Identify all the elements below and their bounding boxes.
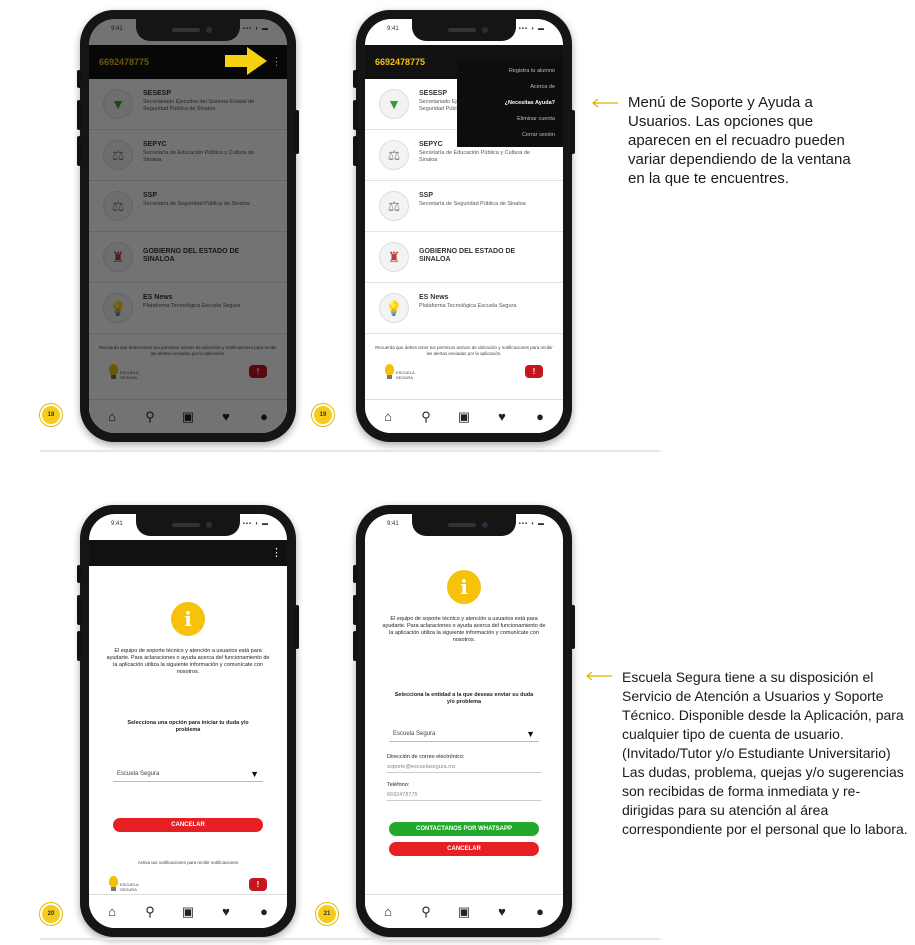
phone-label: Teléfono: (387, 782, 410, 788)
step-badge-18: 18 (40, 404, 62, 426)
phone-screen: 9:41 ▪▪▪ ◗ ▬ 6692478775 ⋮ ▼ SESESP Secre… (89, 19, 287, 433)
email-value: soporte@escuelasegura.mx (387, 764, 541, 773)
search-icon[interactable]: ⚲ (417, 903, 435, 921)
menu-item-ayuda[interactable]: ¿Necesitas Ayuda? (457, 95, 563, 111)
phone-screen: 9:41 ▪▪▪ ◗ ▬ 6692478775 Registra tu alum… (365, 19, 563, 433)
caption-servicio-atencion: Escuela Segura tiene a su disposición el… (622, 669, 908, 837)
plus-square-icon[interactable]: ▣ (179, 903, 197, 921)
support-paragraph: El equipo de soporte técnico y atención … (106, 648, 270, 675)
heart-icon[interactable]: ♥ (493, 903, 511, 921)
notch (412, 514, 516, 536)
menu-item-acerca-de[interactable]: Acerca de (457, 79, 563, 95)
bulb-icon: 💡 (379, 293, 409, 323)
whatsapp-contact-button[interactable]: CONTACTANOS POR WHATSAPP (389, 822, 539, 836)
menu-item-eliminar-cuenta[interactable]: Eliminar cuenta (457, 111, 563, 127)
phone-screen: 9:41 ▪▪▪ ◗ ▬ i El equipo de soporte técn… (365, 514, 563, 928)
home-icon[interactable]: ⌂ (379, 903, 397, 921)
alert-button[interactable]: ! (525, 365, 543, 378)
seal-icon: ⚖ (379, 140, 409, 170)
search-icon[interactable]: ⚲ (141, 903, 159, 921)
overflow-menu: Registra tu alumno Acerca de ¿Necesitas … (457, 59, 563, 147)
step-badge-19: 19 (312, 404, 334, 426)
email-label: Dirección de correo electrónico: (387, 754, 465, 760)
list-item[interactable]: ♜ GOBIERNO DEL ESTADO DE SINALOA (365, 232, 563, 283)
menu-item-cerrar-sesion[interactable]: Cerrar sesión (457, 127, 563, 143)
chevron-down-icon: ▼ (250, 769, 259, 779)
seal-icon: ⚖ (379, 191, 409, 221)
entity-select[interactable]: Escuela Segura ▼ (389, 728, 539, 742)
support-paragraph: El equipo de soporte técnico y atención … (382, 616, 546, 643)
cancel-button[interactable]: CANCELAR (389, 842, 539, 856)
divider-line (40, 938, 660, 940)
permissions-note: Recuerda que debes tener tus permisos ac… (375, 345, 553, 356)
escuela-segura-logo: ESCUELA SEGURA (109, 876, 138, 892)
notifications-note: Activa tus notificaciones para recibir n… (137, 860, 239, 865)
chevron-down-icon: ▼ (526, 729, 535, 739)
profile-icon[interactable]: ● (531, 903, 549, 921)
phone-screen: 9:41 ▪▪▪ ◗ ▬ ⋮ i El equipo de soporte té… (89, 514, 287, 928)
bottom-nav: ⌂ ⚲ ▣ ♥ ● (365, 399, 563, 433)
shield-icon: ▼ (379, 89, 409, 119)
step-badge-21: 21 (316, 903, 338, 925)
phone-mockup-20: 9:41 ▪▪▪ ◗ ▬ ⋮ i El equipo de soporte té… (77, 505, 299, 937)
select-prompt: Selecciona una opción para iniciar tu du… (127, 720, 249, 733)
bottom-nav: ⌂ ⚲ ▣ ♥ ● (365, 894, 563, 928)
divider-line (40, 450, 660, 452)
user-phone-number: 6692478775 (375, 57, 426, 67)
profile-icon[interactable]: ● (531, 408, 549, 426)
app-bar: ⋮ (89, 540, 287, 566)
dim-overlay (89, 19, 287, 433)
bottom-nav: ⌂ ⚲ ▣ ♥ ● (89, 894, 287, 928)
caption-menu-soporte: Menú de Soporte y Ayuda a Usuarios. Las … (628, 94, 851, 187)
select-prompt: Selecciona la entidad a la que deseas en… (394, 692, 534, 705)
phone-mockup-21: 9:41 ▪▪▪ ◗ ▬ i El equipo de soporte técn… (353, 505, 575, 937)
cancel-button[interactable]: CANCELAR (113, 818, 263, 832)
heart-icon[interactable]: ♥ (493, 408, 511, 426)
arrow-left-icon (586, 671, 612, 681)
escuela-segura-logo: ESCUELA SEGURA (385, 364, 414, 380)
notch (136, 19, 240, 41)
profile-icon[interactable]: ● (255, 903, 273, 921)
search-icon[interactable]: ⚲ (417, 408, 435, 426)
kebab-icon[interactable]: ⋮ (271, 546, 282, 560)
plus-square-icon[interactable]: ▣ (455, 903, 473, 921)
arrow-left-icon (592, 98, 618, 108)
step-badge-20: 20 (40, 903, 62, 925)
phone-mockup-19: 9:41 ▪▪▪ ◗ ▬ 6692478775 Registra tu alum… (353, 10, 575, 442)
home-icon[interactable]: ⌂ (103, 903, 121, 921)
phone-mockup-18: 9:41 ▪▪▪ ◗ ▬ 6692478775 ⋮ ▼ SESESP Secre… (77, 10, 299, 442)
list-item[interactable]: ⚖ SSP Secretaría de Seguridad Pública de… (365, 181, 563, 232)
info-icon: i (447, 570, 481, 604)
pointer-arrow-icon (225, 47, 267, 75)
notch (136, 514, 240, 536)
info-icon: i (171, 602, 205, 636)
heart-icon[interactable]: ♥ (217, 903, 235, 921)
list-item[interactable]: 💡 ES News Plataforma Tecnológica Escuela… (365, 283, 563, 334)
home-icon[interactable]: ⌂ (379, 408, 397, 426)
phone-value: 6692478775 (387, 792, 541, 801)
notch (412, 19, 516, 41)
plus-square-icon[interactable]: ▣ (455, 408, 473, 426)
government-icon: ♜ (379, 242, 409, 272)
entity-select[interactable]: Escuela Segura ▼ (113, 768, 263, 782)
menu-item-registra-alumno[interactable]: Registra tu alumno (457, 63, 563, 79)
alert-button[interactable]: ! (249, 878, 267, 891)
